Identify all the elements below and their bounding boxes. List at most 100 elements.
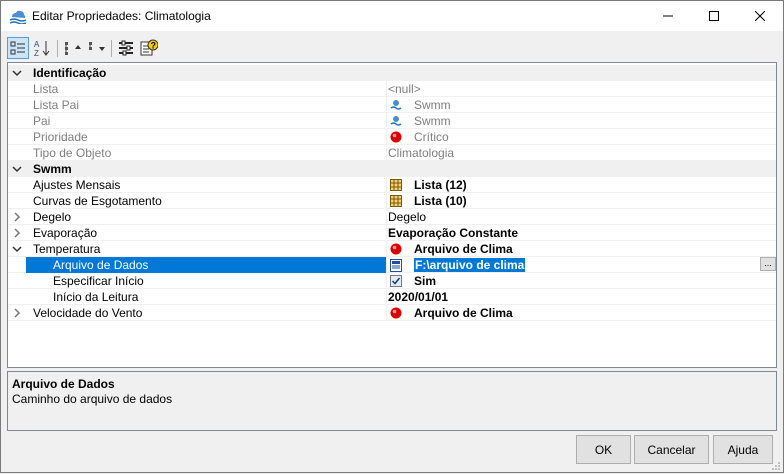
chevron-down-icon[interactable] bbox=[8, 161, 26, 177]
browse-button[interactable]: ... bbox=[760, 257, 776, 271]
property-value-text: Sim bbox=[414, 274, 437, 288]
property-toolbar: A Z ? bbox=[7, 37, 777, 61]
property-value: Sim bbox=[388, 274, 436, 288]
property-value: <null> bbox=[388, 82, 421, 96]
property-row-tipo-de-objeto[interactable]: Tipo de Objeto Climatologia bbox=[8, 145, 776, 161]
property-name: Início da Leitura bbox=[53, 290, 139, 304]
property-name: Prioridade bbox=[33, 130, 88, 144]
category-label: Swmm bbox=[33, 162, 72, 176]
minimize-icon bbox=[663, 15, 673, 17]
ok-button[interactable]: OK bbox=[576, 435, 631, 464]
maximize-button[interactable] bbox=[691, 1, 737, 31]
svg-text:Z: Z bbox=[34, 49, 39, 57]
category-swmm[interactable]: Swmm bbox=[8, 161, 776, 177]
property-name: Pai bbox=[33, 114, 51, 128]
property-value: Swmm bbox=[388, 98, 451, 112]
chevron-right-icon[interactable] bbox=[8, 209, 26, 225]
category-label: Identificação bbox=[33, 66, 107, 80]
swmm-icon bbox=[389, 98, 403, 112]
help-panel: Arquivo de Dados Caminho do arquivo de d… bbox=[7, 371, 777, 431]
expand-all-button[interactable] bbox=[62, 37, 84, 59]
close-icon bbox=[755, 11, 765, 21]
property-row-ajustes-mensais[interactable]: Ajustes Mensais Lista (12) bbox=[8, 177, 776, 193]
property-row-prioridade[interactable]: Prioridade Crítico bbox=[8, 129, 776, 145]
maximize-icon bbox=[709, 11, 719, 21]
property-name: Tipo de Objeto bbox=[33, 146, 112, 160]
property-value-text: Lista (12) bbox=[414, 178, 467, 192]
property-name: Lista Pai bbox=[33, 98, 80, 112]
property-value: Lista (10) bbox=[388, 194, 467, 208]
categorized-view-icon bbox=[10, 41, 25, 55]
help-button[interactable]: Ajuda bbox=[713, 435, 773, 464]
close-button[interactable] bbox=[737, 1, 783, 31]
chevron-right-icon[interactable] bbox=[8, 225, 26, 241]
cancel-button[interactable]: Cancelar bbox=[634, 435, 709, 464]
property-name: Ajustes Mensais bbox=[33, 178, 121, 192]
property-grid: Identificação Lista <null> Lista Pai Swm… bbox=[7, 62, 777, 368]
categorized-view-button[interactable] bbox=[7, 37, 29, 59]
red-circle-icon bbox=[389, 306, 403, 320]
dialog-window: Editar Propriedades: Climatologia A Z ? … bbox=[0, 0, 784, 473]
red-circle-icon bbox=[389, 130, 403, 144]
property-row-especificar-inicio[interactable]: Especificar Início Sim bbox=[8, 273, 776, 289]
resize-grip-icon[interactable] bbox=[771, 460, 781, 470]
property-value-text: Lista (10) bbox=[414, 194, 467, 208]
title-bar[interactable]: Editar Propriedades: Climatologia bbox=[1, 1, 783, 31]
alphabetical-sort-button[interactable]: A Z bbox=[31, 37, 53, 59]
property-row-lista-pai[interactable]: Lista Pai Swmm bbox=[8, 97, 776, 113]
help-tooltip-icon: ? bbox=[140, 39, 158, 56]
red-circle-icon bbox=[389, 242, 403, 256]
property-value: Lista (12) bbox=[388, 178, 467, 192]
property-value: Arquivo de Clima bbox=[388, 306, 513, 320]
property-row-arquivo-de-dados[interactable]: Arquivo de Dados F:\arquivo de clima ... bbox=[8, 257, 776, 273]
property-row-temperatura[interactable]: Temperatura Arquivo de Clima bbox=[8, 241, 776, 257]
stormwater-app-icon bbox=[9, 8, 27, 25]
property-name: Degelo bbox=[33, 210, 72, 224]
property-name: Evaporação bbox=[33, 226, 98, 240]
chevron-right-icon[interactable] bbox=[8, 305, 26, 321]
window-title: Editar Propriedades: Climatologia bbox=[32, 9, 211, 23]
property-value: Crítico bbox=[388, 130, 449, 144]
collapse-all-icon bbox=[89, 42, 105, 51]
property-pages-button[interactable] bbox=[115, 37, 137, 59]
file-icon bbox=[389, 258, 403, 272]
grid-list-icon bbox=[389, 194, 403, 208]
property-value: 2020/01/01 bbox=[388, 290, 449, 304]
chevron-down-icon[interactable] bbox=[8, 65, 26, 81]
property-name: Arquivo de Dados bbox=[53, 258, 149, 272]
property-row-pai[interactable]: Pai Swmm bbox=[8, 113, 776, 129]
property-value: Degelo bbox=[388, 210, 427, 224]
expand-all-icon bbox=[65, 42, 81, 55]
property-row-lista[interactable]: Lista <null> bbox=[8, 81, 776, 97]
property-name: Curvas de Esgotamento bbox=[33, 194, 162, 208]
property-value: F:\arquivo de clima bbox=[388, 258, 526, 272]
property-row-curvas-de-esgotamento[interactable]: Curvas de Esgotamento Lista (10) bbox=[8, 193, 776, 209]
property-row-evaporacao[interactable]: Evaporação Evaporação Constante bbox=[8, 225, 776, 241]
property-name: Lista bbox=[33, 82, 59, 96]
checkbox-icon[interactable] bbox=[389, 274, 403, 288]
property-value: Swmm bbox=[388, 114, 451, 128]
property-row-velocidade-do-vento[interactable]: Velocidade do Vento Arquivo de Clima bbox=[8, 305, 776, 321]
swmm-icon bbox=[389, 114, 403, 128]
property-value: Arquivo de Clima bbox=[388, 242, 513, 256]
property-row-degelo[interactable]: Degelo Degelo bbox=[8, 209, 776, 225]
property-pages-icon bbox=[119, 40, 133, 56]
property-value: Climatologia bbox=[388, 146, 455, 160]
property-name: Velocidade do Vento bbox=[33, 306, 143, 320]
grid-list-icon bbox=[389, 178, 403, 192]
property-value-text: Swmm bbox=[414, 114, 451, 128]
property-value-text: Arquivo de Clima bbox=[414, 306, 513, 320]
help-tooltip-button[interactable]: ? bbox=[138, 37, 160, 59]
property-value: Evaporação Constante bbox=[388, 226, 519, 240]
file-path-input[interactable]: F:\arquivo de clima bbox=[414, 258, 526, 272]
property-value-text: Crítico bbox=[414, 130, 449, 144]
category-identificacao[interactable]: Identificação bbox=[8, 65, 776, 81]
property-row-inicio-da-leitura[interactable]: Início da Leitura 2020/01/01 bbox=[8, 289, 776, 305]
collapse-all-button[interactable] bbox=[86, 37, 108, 59]
svg-text:A: A bbox=[34, 40, 40, 49]
chevron-down-icon[interactable] bbox=[8, 241, 26, 257]
property-value-text: Swmm bbox=[414, 98, 451, 112]
minimize-button[interactable] bbox=[645, 1, 691, 31]
property-value-text: Arquivo de Clima bbox=[414, 242, 513, 256]
help-description: Caminho do arquivo de dados bbox=[12, 392, 173, 406]
